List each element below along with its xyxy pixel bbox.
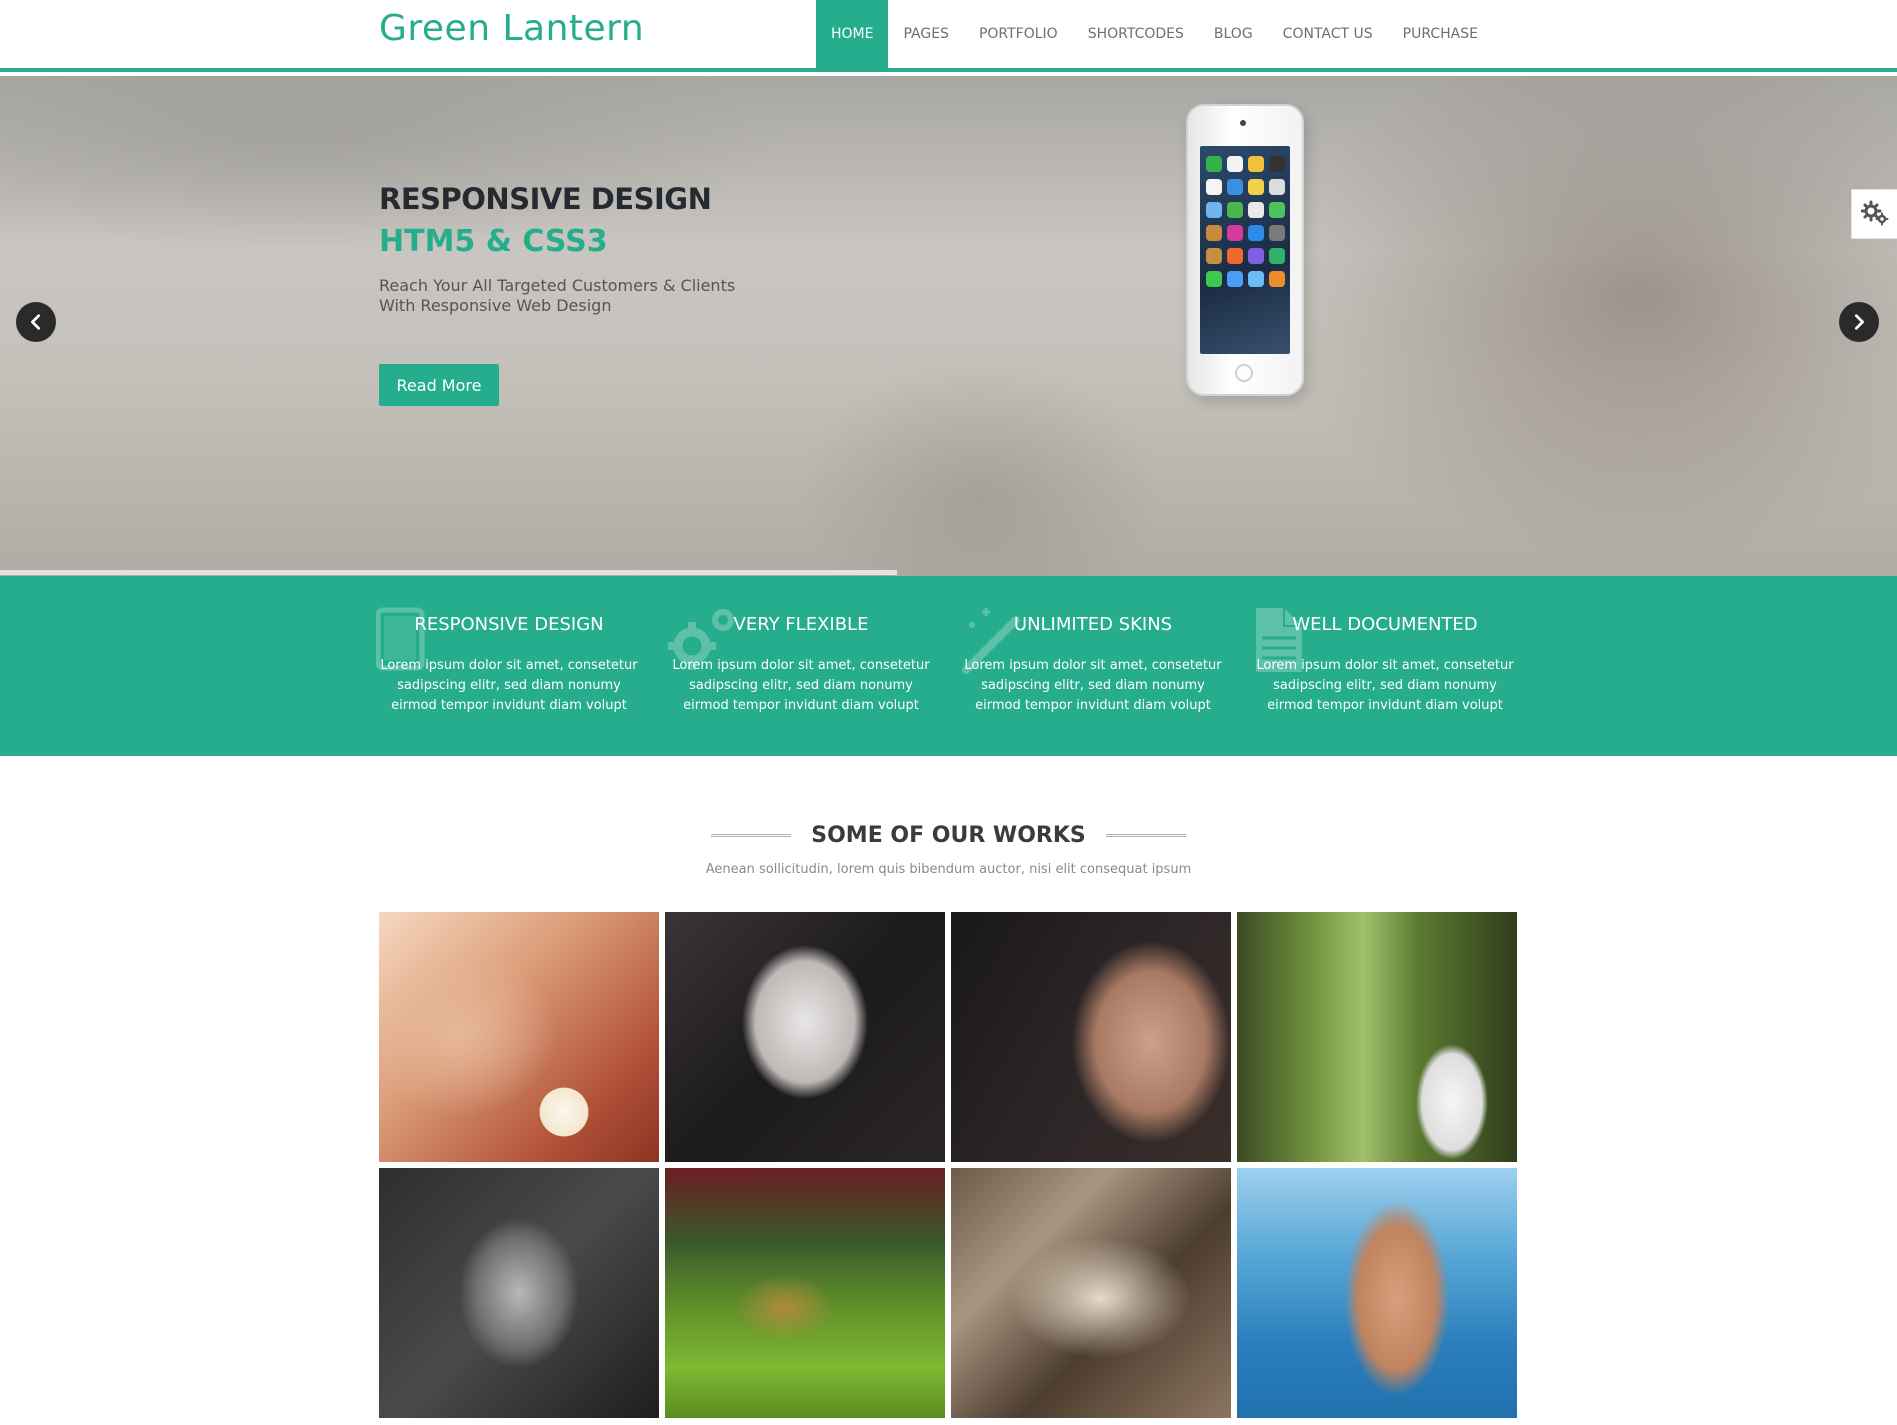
feature-well-documented: WELL DOCUMENTED Lorem ipsum dolor sit am… (1252, 576, 1518, 756)
hero-slider: RESPONSIVE DESIGN HTM5 & CSS3 Reach Your… (0, 76, 1897, 576)
portfolio-item[interactable] (665, 912, 945, 1162)
nav-item-portfolio[interactable]: PORTFOLIO (964, 0, 1073, 72)
works-subtitle: Aenean sollicitudin, lorem quis bibendum… (705, 862, 1192, 877)
portfolio-item[interactable] (379, 912, 659, 1162)
portfolio-item[interactable] (665, 1168, 945, 1418)
portfolio-item[interactable] (1237, 1168, 1517, 1418)
phone-image (1186, 104, 1304, 396)
slider-progress-fill (0, 570, 898, 575)
nav-item-blog[interactable]: BLOG (1199, 0, 1268, 72)
portfolio-item[interactable] (951, 912, 1231, 1162)
slider-progress-bar (0, 570, 1897, 575)
nav-item-purchase[interactable]: PURCHASE (1388, 0, 1493, 72)
portfolio-item[interactable] (379, 1168, 659, 1418)
feature-title: UNLIMITED SKINS (1013, 614, 1173, 635)
hero-subtitle: HTM5 & CSS3 (379, 224, 608, 259)
site-header: Green Lantern HOME PAGES PORTFOLIO SHORT… (0, 0, 1897, 72)
hero-title: RESPONSIVE DESIGN (379, 182, 712, 216)
site-logo[interactable]: Green Lantern (379, 8, 644, 49)
works-title: SOME OF OUR WORKS (811, 822, 1086, 848)
phone-camera (1240, 120, 1246, 126)
heading-divider (711, 833, 792, 837)
works-heading: SOME OF OUR WORKS (0, 818, 1897, 852)
feature-title: VERY FLEXIBLE (733, 614, 869, 635)
portfolio-grid (379, 912, 1517, 1418)
portfolio-item[interactable] (951, 1168, 1231, 1418)
nav-item-shortcodes[interactable]: SHORTCODES (1073, 0, 1199, 72)
read-more-button[interactable]: Read More (379, 364, 499, 406)
slider-prev-button[interactable] (16, 302, 56, 342)
nav-item-home[interactable]: HOME (816, 0, 889, 72)
feature-title: RESPONSIVE DESIGN (414, 614, 604, 635)
hero-description-line: Reach Your All Targeted Customers & Clie… (379, 276, 736, 295)
hero-description: Reach Your All Targeted Customers & Clie… (379, 276, 799, 316)
style-switcher-toggle[interactable] (1851, 189, 1897, 239)
feature-text: Lorem ipsum dolor sit amet, consetetur s… (964, 658, 1222, 713)
feature-responsive-design: RESPONSIVE DESIGN Lorem ipsum dolor sit … (376, 576, 642, 756)
slider-next-button[interactable] (1839, 302, 1879, 342)
app-icons (1206, 156, 1286, 287)
phone-screen (1200, 146, 1290, 354)
main-nav: HOME PAGES PORTFOLIO SHORTCODES BLOG CON… (816, 0, 1493, 72)
feature-text: Lorem ipsum dolor sit amet, consetetur s… (380, 658, 638, 713)
chevron-right-icon (1854, 314, 1864, 330)
feature-text: Lorem ipsum dolor sit amet, consetetur s… (1256, 658, 1514, 713)
feature-unlimited-skins: UNLIMITED SKINS Lorem ipsum dolor sit am… (960, 576, 1226, 756)
nav-item-contact-us[interactable]: CONTACT US (1268, 0, 1388, 72)
phone-home-button (1235, 364, 1253, 382)
heading-divider (1105, 833, 1186, 837)
feature-very-flexible: VERY FLEXIBLE Lorem ipsum dolor sit amet… (668, 576, 934, 756)
chevron-left-icon (31, 314, 41, 330)
feature-title: WELL DOCUMENTED (1292, 614, 1478, 635)
nav-item-pages[interactable]: PAGES (888, 0, 963, 72)
portfolio-item[interactable] (1237, 912, 1517, 1162)
hero-description-line: With Responsive Web Design (379, 296, 612, 315)
features-section: RESPONSIVE DESIGN Lorem ipsum dolor sit … (0, 576, 1897, 756)
gears-icon (1860, 200, 1888, 226)
feature-text: Lorem ipsum dolor sit amet, consetetur s… (672, 658, 930, 713)
